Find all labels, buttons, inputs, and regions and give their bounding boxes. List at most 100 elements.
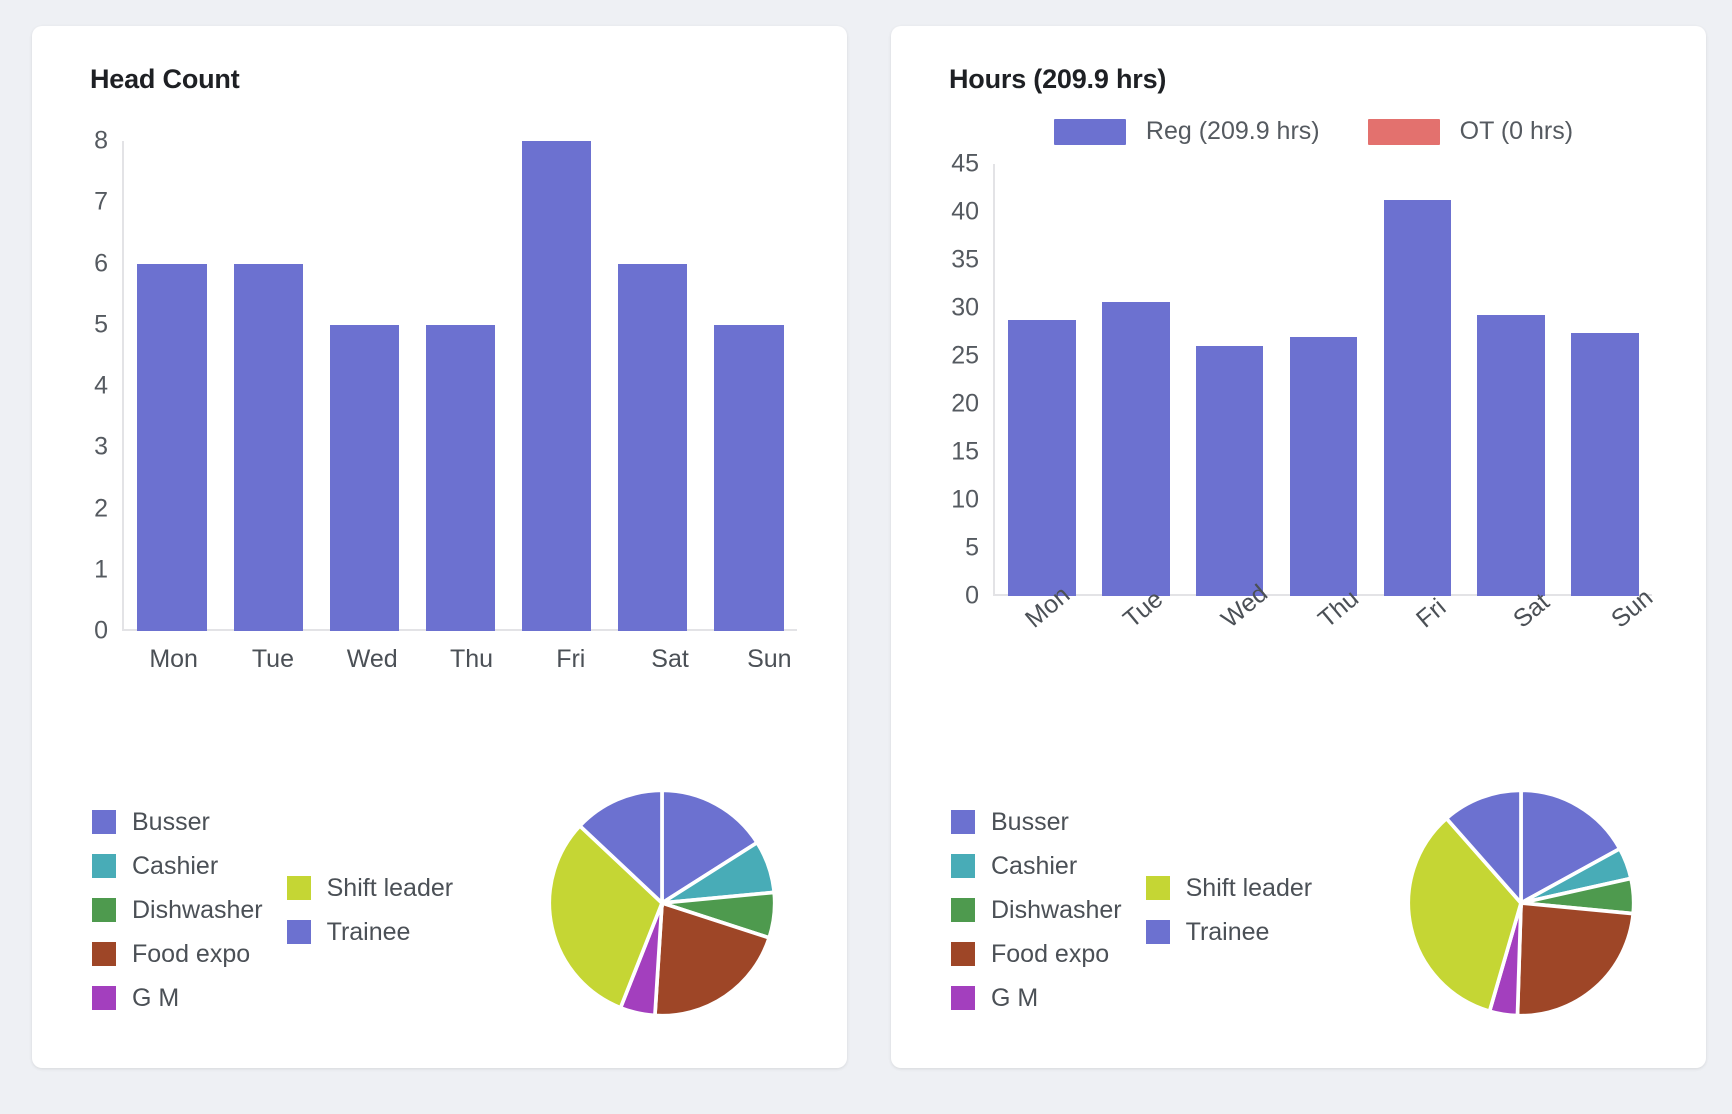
legend-item-busser[interactable]: Busser bbox=[951, 800, 1122, 844]
bar-tue[interactable] bbox=[1102, 302, 1170, 596]
series-legend-item-ot[interactable]: OT (0 hrs) bbox=[1367, 117, 1574, 146]
x-tick-label: Thu bbox=[1313, 584, 1365, 634]
series-swatch-icon bbox=[1053, 118, 1126, 145]
y-tick-label: 35 bbox=[951, 245, 979, 274]
legend-swatch-icon bbox=[951, 942, 975, 966]
bar-sat[interactable] bbox=[618, 263, 688, 631]
legend-item-label: Dishwasher bbox=[991, 895, 1122, 924]
legend-item-trainee[interactable]: Trainee bbox=[1145, 910, 1312, 954]
series-swatch-icon bbox=[1367, 118, 1440, 145]
y-tick-label: 6 bbox=[94, 249, 108, 277]
legend-item-cashier[interactable]: Cashier bbox=[92, 844, 263, 888]
bar-mon[interactable] bbox=[137, 263, 207, 631]
bar-sun[interactable] bbox=[1571, 332, 1639, 596]
series-legend-label: Reg (209.9 hrs) bbox=[1145, 117, 1320, 145]
x-tick-label: Sun bbox=[1605, 583, 1658, 634]
legend-item-food-expo[interactable]: Food expo bbox=[951, 932, 1122, 976]
bar-fri[interactable] bbox=[522, 141, 592, 631]
legend-item-shift-leader[interactable]: Shift leader bbox=[286, 866, 454, 910]
x-tick-label: Sat bbox=[1508, 587, 1555, 634]
hours-breakdown: Busser Cashier Dishwasher Food expo G M Shif… bbox=[919, 780, 1678, 1050]
y-tick-label: 15 bbox=[951, 437, 979, 466]
head-count-breakdown: Busser Cashier Dishwasher Food expo G M Shif… bbox=[60, 780, 819, 1050]
head-count-bars bbox=[124, 141, 797, 631]
legend-item-label: Shift leader bbox=[326, 873, 454, 902]
legend-item-busser[interactable]: Busser bbox=[92, 800, 263, 844]
bar-cell[interactable] bbox=[1558, 164, 1652, 596]
y-tick-label: 25 bbox=[951, 341, 979, 370]
hours-series-legend: Reg (209.9 hrs) OT (0 hrs) bbox=[949, 117, 1678, 146]
bar-cell[interactable] bbox=[995, 164, 1089, 596]
bar-tue[interactable] bbox=[233, 263, 303, 631]
role-legend: Busser Cashier Dishwasher Food expo G M Shif… bbox=[919, 780, 1312, 1020]
bar-cell[interactable] bbox=[605, 141, 701, 631]
y-tick-label: 0 bbox=[965, 581, 979, 610]
legend-swatch-icon bbox=[1145, 876, 1170, 900]
bar-cell[interactable] bbox=[701, 141, 797, 631]
bar-cell[interactable] bbox=[124, 141, 220, 631]
series-legend-label: OT (0 hrs) bbox=[1459, 117, 1574, 145]
legend-swatch-icon bbox=[92, 854, 116, 878]
bar-wed[interactable] bbox=[1195, 346, 1264, 596]
head-count-chart: 8 7 6 5 4 3 2 1 0 Mon Tue Wed Thu Fri Sat Sun bbox=[94, 127, 819, 673]
legend-item-label: Shift leader bbox=[1185, 873, 1313, 902]
legend-item-cashier[interactable]: Cashier bbox=[951, 844, 1122, 888]
y-tick-label: 2 bbox=[94, 494, 108, 522]
bar-fri[interactable] bbox=[1383, 199, 1452, 596]
x-tick-label: Wed bbox=[1215, 579, 1273, 634]
legend-item-food-expo[interactable]: Food expo bbox=[92, 932, 263, 976]
y-tick-label: 30 bbox=[951, 293, 979, 322]
bar-mon[interactable] bbox=[1008, 319, 1076, 596]
legend-item-label: Dishwasher bbox=[132, 895, 263, 924]
bar-thu[interactable] bbox=[425, 324, 496, 631]
legend-item-shift-leader[interactable]: Shift leader bbox=[1145, 866, 1313, 910]
y-tick-label: 4 bbox=[94, 371, 108, 400]
x-tick-label: Wed bbox=[346, 645, 398, 673]
bar-cell[interactable] bbox=[316, 141, 412, 631]
x-tick-label: Fri bbox=[556, 645, 586, 673]
bar-sun[interactable] bbox=[714, 324, 784, 631]
hours-bars bbox=[995, 164, 1652, 596]
legend-swatch-icon bbox=[92, 942, 116, 966]
role-legend-column-2: Shift leader Trainee bbox=[286, 800, 454, 1020]
bar-cell[interactable] bbox=[1370, 164, 1464, 596]
legend-item-label: Food expo bbox=[991, 939, 1110, 968]
role-legend: Busser Cashier Dishwasher Food expo G M Shif… bbox=[60, 780, 453, 1020]
y-tick-label: 45 bbox=[951, 149, 979, 178]
bar-cell[interactable] bbox=[1183, 164, 1277, 596]
hours-card: Hours (209.9 hrs) Reg (209.9 hrs) OT (0 h… bbox=[891, 26, 1706, 1068]
legend-item-label: Busser bbox=[132, 807, 210, 836]
y-tick-label: 7 bbox=[94, 187, 108, 216]
head-count-card: Head Count 8 7 6 5 4 3 2 1 0 Mon Tue Wed Thu Fri Sat S… bbox=[32, 26, 847, 1068]
bar-cell[interactable] bbox=[220, 141, 316, 631]
bar-cell[interactable] bbox=[1089, 164, 1183, 596]
y-tick-label: 0 bbox=[94, 616, 108, 645]
bar-thu[interactable] bbox=[1289, 336, 1358, 596]
role-legend-column-1: Busser Cashier Dishwasher Food expo G M bbox=[92, 800, 263, 1020]
y-tick-label: 40 bbox=[951, 197, 979, 226]
bar-wed[interactable] bbox=[329, 324, 399, 631]
head-count-title: Head Count bbox=[90, 64, 240, 94]
bar-sat[interactable] bbox=[1477, 314, 1546, 596]
legend-swatch-icon bbox=[92, 986, 116, 1010]
legend-item-label: G M bbox=[991, 983, 1039, 1012]
legend-item-g-m[interactable]: G M bbox=[951, 976, 1122, 1020]
bar-cell[interactable] bbox=[1464, 164, 1558, 596]
legend-item-label: Trainee bbox=[326, 917, 411, 946]
legend-item-dishwasher[interactable]: Dishwasher bbox=[92, 888, 263, 932]
bar-cell[interactable] bbox=[412, 141, 508, 631]
x-tick-label: Tue bbox=[1117, 584, 1169, 634]
pie-slice-food-expo[interactable]: Food expo bbox=[1515, 900, 1636, 1018]
series-legend-item-reg[interactable]: Reg (209.9 hrs) bbox=[1053, 117, 1320, 146]
legend-item-label: Trainee bbox=[1185, 917, 1270, 946]
hours-pie-wrap: BusserCashierDishwasherFood expoG MShift… bbox=[1406, 780, 1678, 1023]
legend-item-trainee[interactable]: Trainee bbox=[286, 910, 453, 954]
legend-item-label: Food expo bbox=[132, 939, 251, 968]
bar-cell[interactable] bbox=[1277, 164, 1371, 596]
legend-item-dishwasher[interactable]: Dishwasher bbox=[951, 888, 1122, 932]
y-tick-label: 10 bbox=[951, 485, 979, 514]
x-tick-label: Sat bbox=[651, 645, 689, 673]
bar-cell[interactable] bbox=[509, 141, 605, 631]
legend-item-g-m[interactable]: G M bbox=[92, 976, 263, 1020]
x-tick-label: Mon bbox=[149, 645, 198, 673]
